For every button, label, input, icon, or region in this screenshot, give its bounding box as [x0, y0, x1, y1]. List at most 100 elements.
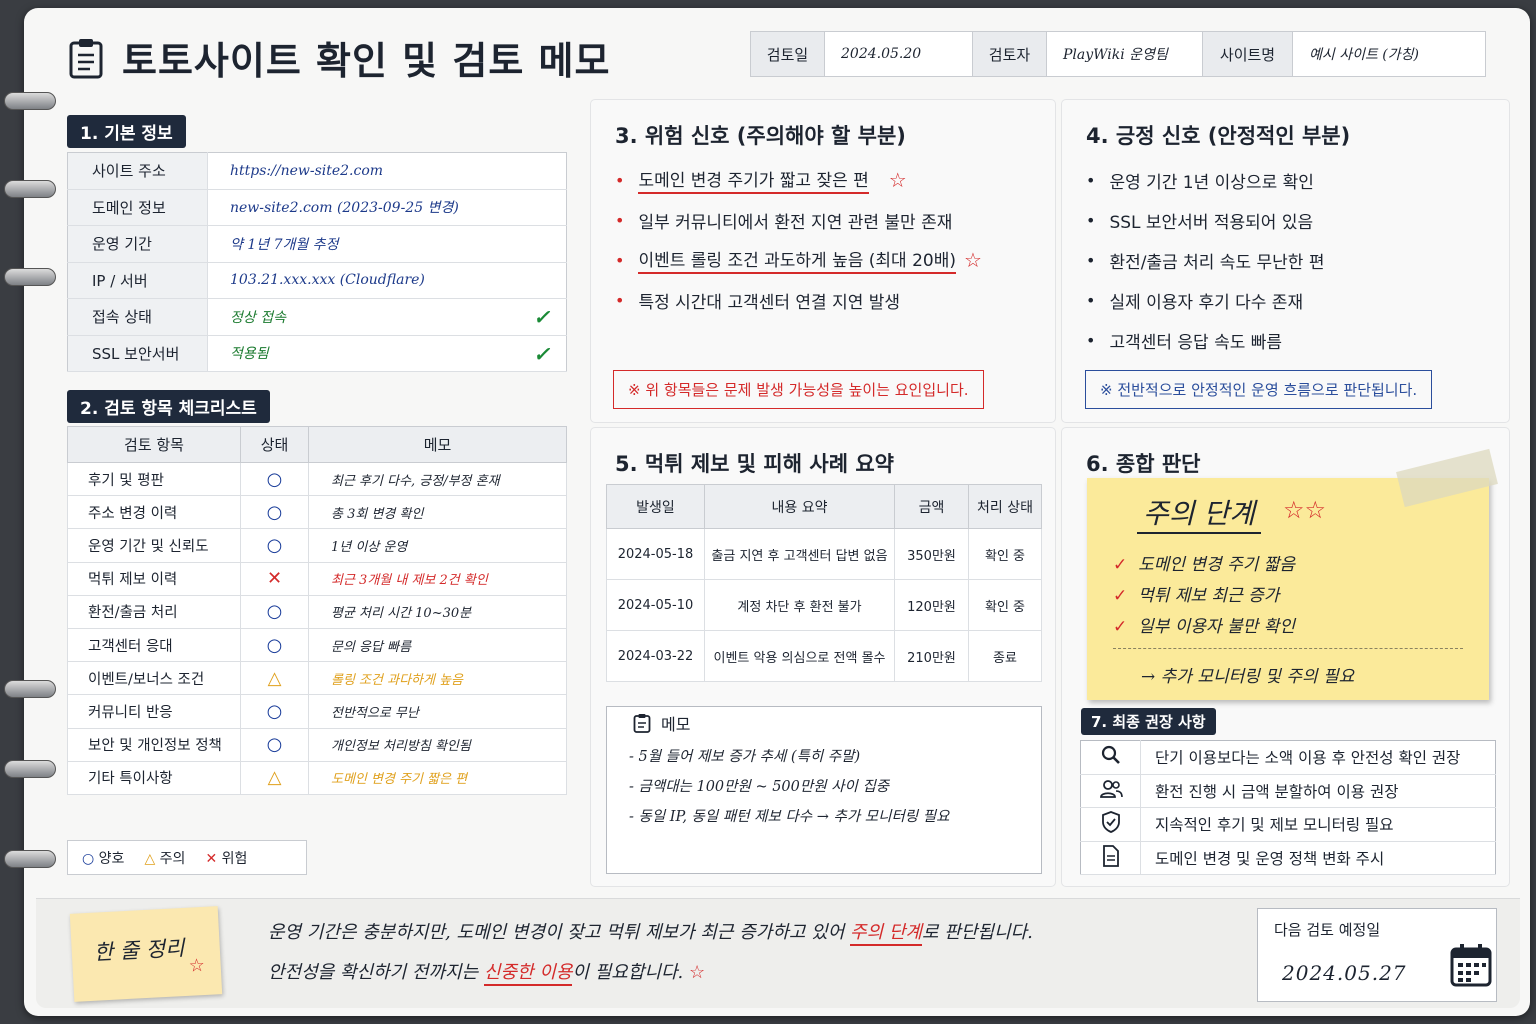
status-mark: ○ [240, 694, 309, 729]
reviewer-value: PlayWiki 운영팀 [1047, 32, 1203, 76]
page-header: 토토사이트 확인 및 검토 메모 [68, 30, 610, 85]
list-item: 특정 시간대 고객센터 연결 지연 발생 [615, 280, 982, 320]
status-mark: ○ [240, 461, 309, 497]
table-row: 먹튀 제보 이력 ✕ 최근 3개월 내 제보 2건 확인 [67, 561, 567, 596]
table-row: 2024-05-18 출금 지연 후 고객센터 답변 없음 350만원 확인 중 [606, 528, 1042, 580]
table-row: 기타 특이사항 △ 도메인 변경 주기 짧은 편 [67, 760, 567, 795]
memo-header: 메모 [629, 711, 695, 735]
sticky-note: 주의 단계 ☆☆ ✓ 도메인 변경 주기 짧음 ✓ 먹튀 제보 최근 증가 ✓ … [1087, 448, 1498, 700]
summary-label: 한 줄 정리 [93, 935, 186, 965]
column-header: 상태 [240, 426, 309, 463]
status-mark: △ [240, 760, 309, 795]
clipboard-icon [69, 38, 103, 78]
status-mark: ○ [240, 627, 309, 663]
check-item: 먹튀 제보 이력 [67, 561, 241, 596]
status-mark: △ [240, 661, 309, 696]
check-item: 환전/출금 처리 [67, 594, 241, 629]
table-row: 환전 진행 시 금액 분할하여 이용 권장 [1080, 774, 1496, 808]
check-memo: 최근 후기 다수, 긍정/부정 혼재 [308, 461, 567, 497]
reports-table: 발생일 내용 요약 금액 처리 상태 2024-05-18 출금 지연 후 고객센… [606, 484, 1042, 682]
basic-info-table: 사이트 주소 https://new-site2.com 도메인 정보 new-si… [67, 152, 567, 372]
table-row: 접속 상태 정상 접속 ✓ [67, 298, 567, 336]
memo-line: - 동일 IP, 동일 패턴 제보 다수 → 추가 모니터링 필요 [629, 809, 950, 825]
positive-list: 운영 기간 1년 이상으로 확인 SSL 보안서버 적용되어 있음 환전/출금 … [1086, 160, 1324, 360]
judgement-item: ✓ 도메인 변경 주기 짧음 [1113, 555, 1296, 575]
table-header-row: 발생일 내용 요약 금액 처리 상태 [606, 484, 1042, 529]
list-item: 운영 기간 1년 이상으로 확인 [1086, 160, 1324, 200]
legend-danger: ✕ 위험 [205, 850, 248, 867]
star-icon: ☆ [964, 248, 982, 272]
info-value: 적용됨 ✓ [207, 335, 567, 372]
report-cell: 확인 중 [968, 579, 1042, 631]
check-item: 후기 및 평판 [67, 461, 241, 497]
list-item: 도메인 변경 주기가 짧고 잦은 편☆ [615, 160, 982, 200]
cross-icon: ✕ [205, 850, 218, 867]
check-item: 주소 변경 이력 [67, 495, 241, 530]
check-item: 운영 기간 및 신뢰도 [67, 528, 241, 563]
judgement-item: ✓ 먹튀 제보 최근 증가 [1113, 586, 1280, 606]
review-meta: 검토일 2024.05.20 검토자 PlayWiki 운영팀 사이트명 예시 … [750, 31, 1486, 77]
list-item: 이벤트 롤링 조건 과도하게 높음 (최대 20배)☆ [615, 240, 982, 280]
info-value: 정상 접속 ✓ [207, 298, 567, 336]
risk-level: 주의 단계 [1137, 492, 1261, 534]
table-row: 고객센터 응대 ○ 문의 응답 빠름 [67, 627, 567, 663]
review-date-label: 검토일 [751, 32, 825, 76]
basic-info-heading: 1. 기본 정보 [67, 115, 186, 148]
check-item: 커뮤니티 반응 [67, 694, 241, 729]
list-item: 환전/출금 처리 속도 무난한 편 [1086, 240, 1324, 280]
column-header: 검토 항목 [67, 426, 241, 463]
memo-box: 메모 - 5월 들어 제보 증가 추세 (특히 주말) - 금액대는 100만원… [606, 706, 1042, 874]
summary-line-2: 안전성을 확신하기 전까지는 신중한 이용이 필요합니다. ☆ [268, 958, 706, 986]
check-memo: 총 3회 변경 확인 [308, 495, 567, 530]
recommend-text: 단기 이용보다는 소액 이용 후 안전성 확인 권장 [1140, 740, 1496, 775]
checklist-table: 검토 항목 상태 메모 후기 및 평판 ○ 최근 후기 다수, 긍정/부정 혼재 주소… [67, 426, 567, 795]
site-url-value[interactable]: https://new-site2.com [207, 152, 567, 190]
divider [1113, 648, 1463, 649]
check-memo: 전반적으로 무난 [308, 694, 567, 729]
table-row: IP / 서버 103.21.xxx.xxx (Cloudflare) [67, 262, 567, 299]
table-row: 주소 변경 이력 ○ 총 3회 변경 확인 [67, 495, 567, 530]
positive-panel: 4. 긍정 신호 (안정적인 부분) 운영 기간 1년 이상으로 확인 SSL … [1062, 100, 1509, 422]
next-review-label: 다음 검토 예정일 [1274, 921, 1381, 939]
status-legend: ○ 양호 △ 주의 ✕ 위험 [67, 840, 307, 875]
reviewer-label: 검토자 [973, 32, 1047, 76]
status-mark: ○ [240, 495, 309, 530]
search-icon [1080, 740, 1141, 775]
binder-ring [4, 180, 56, 198]
positive-heading: 4. 긍정 신호 (안정적인 부분) [1086, 124, 1351, 148]
binder-ring [4, 92, 56, 110]
recommend-heading: 7. 최종 권장 사항 [1081, 708, 1216, 735]
check-memo: 롤링 조건 과다하게 높음 [308, 661, 567, 696]
circle-icon: ○ [82, 850, 95, 867]
calendar-icon [1450, 944, 1492, 987]
summary-line-1: 운영 기간은 충분하지만, 도메인 변경이 잦고 먹튀 제보가 최근 증가하고 … [268, 918, 1033, 946]
users-icon [1080, 774, 1141, 808]
summary-sticky: 한 줄 정리 ☆ [69, 906, 223, 1002]
info-key: SSL 보안서버 [67, 335, 208, 372]
star-icon: ☆ [688, 962, 706, 983]
report-cell: 이벤트 악용 의심으로 전액 몰수 [704, 630, 895, 682]
risk-heading: 3. 위험 신호 (주의해야 할 부분) [615, 124, 906, 148]
info-key: 접속 상태 [67, 298, 208, 336]
column-header: 금액 [894, 484, 969, 529]
status-mark: ○ [240, 528, 309, 563]
list-item: SSL 보안서버 적용되어 있음 [1086, 200, 1324, 240]
recommend-text: 지속적인 후기 및 제보 모니터링 필요 [1140, 807, 1496, 842]
binder-ring [4, 760, 56, 778]
info-key: 사이트 주소 [67, 152, 208, 190]
status-mark: ○ [240, 727, 309, 762]
table-row: SSL 보안서버 적용됨 ✓ [67, 335, 567, 372]
check-memo: 평균 처리 시간 10~30분 [308, 594, 567, 629]
list-item: 일부 커뮤니티에서 환전 지연 관련 불만 존재 [615, 200, 982, 240]
checkmark-icon: ✓ [533, 305, 550, 329]
risk-list: 도메인 변경 주기가 짧고 잦은 편☆ 일부 커뮤니티에서 환전 지연 관련 불… [615, 160, 982, 320]
risk-note: ※ 위 항목들은 문제 발생 가능성을 높이는 요인입니다. [613, 370, 984, 409]
info-value: 약 1년 7개월 추정 [207, 225, 567, 263]
table-row: 도메인 변경 및 운영 정책 변화 주시 [1080, 841, 1496, 875]
risk-panel: 3. 위험 신호 (주의해야 할 부분) 도메인 변경 주기가 짧고 잦은 편☆… [591, 100, 1055, 422]
report-cell: 종료 [968, 630, 1042, 682]
reports-heading: 5. 먹튀 제보 및 피해 사례 요약 [615, 452, 894, 476]
table-row: 단기 이용보다는 소액 이용 후 안전성 확인 권장 [1080, 740, 1496, 775]
recommend-table: 단기 이용보다는 소액 이용 후 안전성 확인 권장 환전 진행 시 금액 분할… [1080, 740, 1496, 875]
info-value: new-site2.com (2023-09-25 변경) [207, 189, 567, 226]
